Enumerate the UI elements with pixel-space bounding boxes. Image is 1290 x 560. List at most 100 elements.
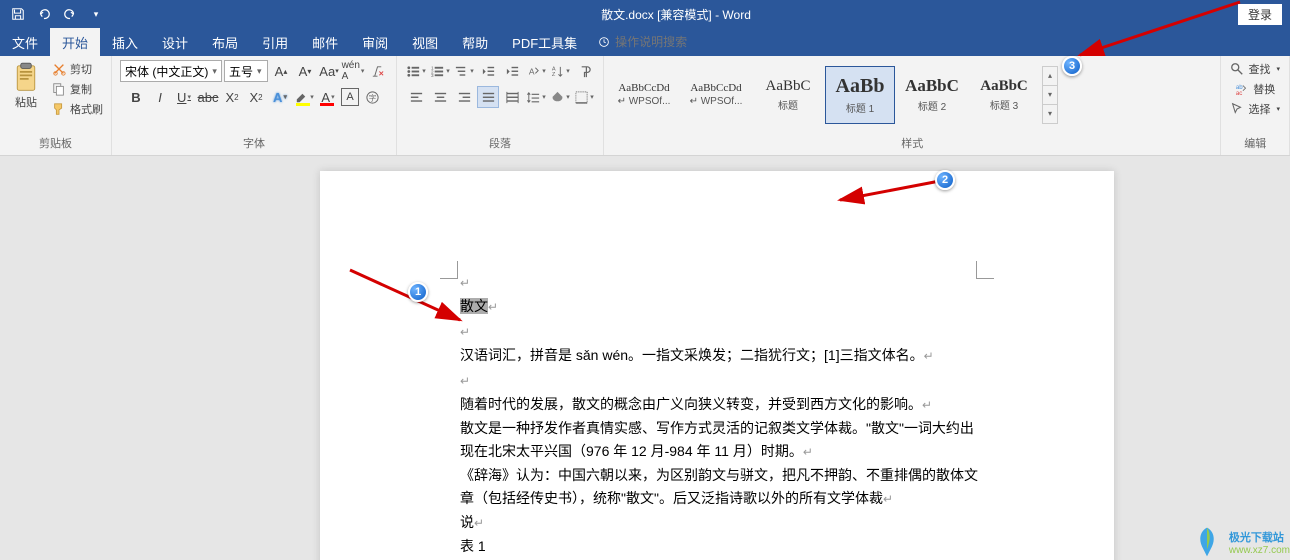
grow-font-icon[interactable]: A▴: [270, 60, 292, 82]
group-label-font: 字体: [112, 133, 396, 155]
ribbon-tabs: 文件 开始 插入 设计 布局 引用 邮件 审阅 视图 帮助 PDF工具集: [0, 28, 1290, 56]
qat-customize-icon[interactable]: ▾: [84, 2, 108, 26]
borders-icon[interactable]: [573, 86, 595, 108]
justify-icon[interactable]: [477, 86, 499, 108]
tab-file[interactable]: 文件: [0, 28, 50, 56]
group-label-paragraph: 段落: [397, 133, 603, 155]
multilevel-list-icon[interactable]: [453, 60, 475, 82]
tab-help[interactable]: 帮助: [450, 28, 500, 56]
gallery-more-icon[interactable]: ▾: [1043, 105, 1057, 123]
cut-button[interactable]: 剪切: [50, 60, 105, 78]
tab-layout[interactable]: 布局: [200, 28, 250, 56]
svg-text:字: 字: [368, 92, 376, 102]
group-clipboard: 粘贴 剪切 复制 格式刷 剪贴板: [0, 56, 112, 155]
group-styles: AaBbCcDd↵ WPSOf...AaBbCcDd↵ WPSOf...AaBb…: [604, 56, 1221, 155]
select-button[interactable]: 选择▾: [1229, 100, 1281, 118]
style-preview: AaBbC: [980, 78, 1028, 95]
increase-indent-icon[interactable]: [501, 60, 523, 82]
tab-design[interactable]: 设计: [150, 28, 200, 56]
document-area: ↵ 散文↵ ↵ 汉语词汇，拼音是 sǎn wén。一指文采焕发；二指犹行文；[1…: [0, 156, 1290, 560]
document-page[interactable]: ↵ 散文↵ ↵ 汉语词汇，拼音是 sǎn wén。一指文采焕发；二指犹行文；[1…: [320, 171, 1114, 560]
shading-icon[interactable]: [549, 86, 571, 108]
style-item-5[interactable]: AaBbC标题 3: [969, 66, 1039, 124]
gallery-down-icon[interactable]: ▾: [1043, 86, 1057, 105]
quick-access-toolbar: ▾: [0, 2, 114, 26]
highlight-icon[interactable]: [293, 86, 315, 108]
subscript-icon[interactable]: X2: [221, 86, 243, 108]
tab-pdf[interactable]: PDF工具集: [500, 28, 589, 56]
character-border-icon[interactable]: A: [341, 88, 359, 106]
doc-p3: 散文是一种抒发作者真情实感、写作方式灵活的记叙类文学体裁。"散文"一词大约出现在…: [460, 420, 974, 458]
svg-text:3: 3: [431, 73, 434, 78]
line-spacing-icon[interactable]: [525, 86, 547, 108]
selected-title[interactable]: 散文: [460, 298, 488, 314]
annotation-2: 2: [935, 170, 955, 190]
login-button[interactable]: 登录: [1238, 4, 1282, 25]
style-name-label: ↵ WPSOf...: [610, 96, 678, 107]
document-content[interactable]: ↵ 散文↵ ↵ 汉语词汇，拼音是 sǎn wén。一指文采焕发；二指犹行文；[1…: [460, 271, 984, 558]
show-marks-icon[interactable]: [573, 60, 595, 82]
text-effects-icon[interactable]: A: [269, 86, 291, 108]
italic-icon[interactable]: I: [149, 86, 171, 108]
paste-button[interactable]: 粘贴: [6, 60, 46, 112]
enclosed-char-icon[interactable]: 字: [361, 86, 383, 108]
font-color-icon[interactable]: A: [317, 86, 339, 108]
doc-p5: 说: [460, 514, 474, 530]
clear-formatting-icon[interactable]: [366, 60, 388, 82]
change-case-icon[interactable]: Aa▾: [318, 60, 340, 82]
style-preview: AaBbC: [766, 78, 811, 95]
gallery-up-icon[interactable]: ▴: [1043, 67, 1057, 86]
distributed-icon[interactable]: [501, 86, 523, 108]
tell-me[interactable]: [589, 28, 778, 56]
bullets-icon[interactable]: [405, 60, 427, 82]
style-item-4[interactable]: AaBbC标题 2: [897, 66, 967, 124]
style-name-label: ↵ WPSOf...: [682, 96, 750, 107]
replace-button[interactable]: abac替换: [1234, 80, 1276, 98]
sort-icon[interactable]: AZ: [549, 60, 571, 82]
style-item-0[interactable]: AaBbCcDd ↵ WPSOf...: [609, 66, 679, 124]
svg-text:A: A: [529, 66, 535, 76]
title-bar: ▾ 散文.docx [兼容模式] - Word 登录: [0, 0, 1290, 28]
strikethrough-icon[interactable]: abc: [197, 86, 219, 108]
font-size-combo[interactable]: 五号▾: [224, 60, 268, 82]
undo-icon[interactable]: [32, 2, 56, 26]
decrease-indent-icon[interactable]: [477, 60, 499, 82]
find-button[interactable]: 查找▾: [1229, 60, 1281, 78]
style-item-2[interactable]: AaBbC标题: [753, 66, 823, 124]
tab-view[interactable]: 视图: [400, 28, 450, 56]
margin-corner-tl: [440, 261, 458, 279]
copy-button[interactable]: 复制: [50, 80, 105, 98]
style-item-1[interactable]: AaBbCcDd↵ WPSOf...: [681, 66, 751, 124]
style-item-3[interactable]: AaBb标题 1: [825, 66, 895, 124]
style-preview: AaBbCcDd: [618, 82, 669, 94]
superscript-icon[interactable]: X2: [245, 86, 267, 108]
group-label-styles: 样式: [604, 133, 1220, 155]
group-editing: 查找▾ abac替换 选择▾ 编辑: [1221, 56, 1290, 155]
tab-home[interactable]: 开始: [50, 28, 100, 56]
asian-layout-icon[interactable]: A: [525, 60, 547, 82]
underline-icon[interactable]: U: [173, 86, 195, 108]
svg-text:ac: ac: [1236, 90, 1242, 96]
shrink-font-icon[interactable]: A▾: [294, 60, 316, 82]
font-name-combo[interactable]: 宋体 (中文正文)▾: [120, 60, 222, 82]
doc-p1: 汉语词汇，拼音是 sǎn wén。一指文采焕发；二指犹行文；[1]三指文体名。: [460, 347, 924, 363]
tab-references[interactable]: 引用: [250, 28, 300, 56]
redo-icon[interactable]: [58, 2, 82, 26]
tell-me-input[interactable]: [615, 35, 770, 49]
align-left-icon[interactable]: [405, 86, 427, 108]
group-font: 宋体 (中文正文)▾ 五号▾ A▴ A▾ Aa▾ wénA B I U abc …: [112, 56, 397, 155]
style-name-label: 标题 1: [826, 100, 894, 115]
tab-mailings[interactable]: 邮件: [300, 28, 350, 56]
bold-icon[interactable]: B: [125, 86, 147, 108]
tab-review[interactable]: 审阅: [350, 28, 400, 56]
format-painter-button[interactable]: 格式刷: [50, 100, 105, 118]
align-right-icon[interactable]: [453, 86, 475, 108]
window-title: 散文.docx [兼容模式] - Word: [114, 6, 1238, 23]
tab-insert[interactable]: 插入: [100, 28, 150, 56]
phonetic-guide-icon[interactable]: wénA: [342, 60, 364, 82]
watermark: 极光下载站 www.xz7.com: [1189, 524, 1290, 560]
align-center-icon[interactable]: [429, 86, 451, 108]
numbering-icon[interactable]: 123: [429, 60, 451, 82]
styles-gallery-scroll[interactable]: ▴▾▾: [1042, 66, 1058, 124]
save-icon[interactable]: [6, 2, 30, 26]
